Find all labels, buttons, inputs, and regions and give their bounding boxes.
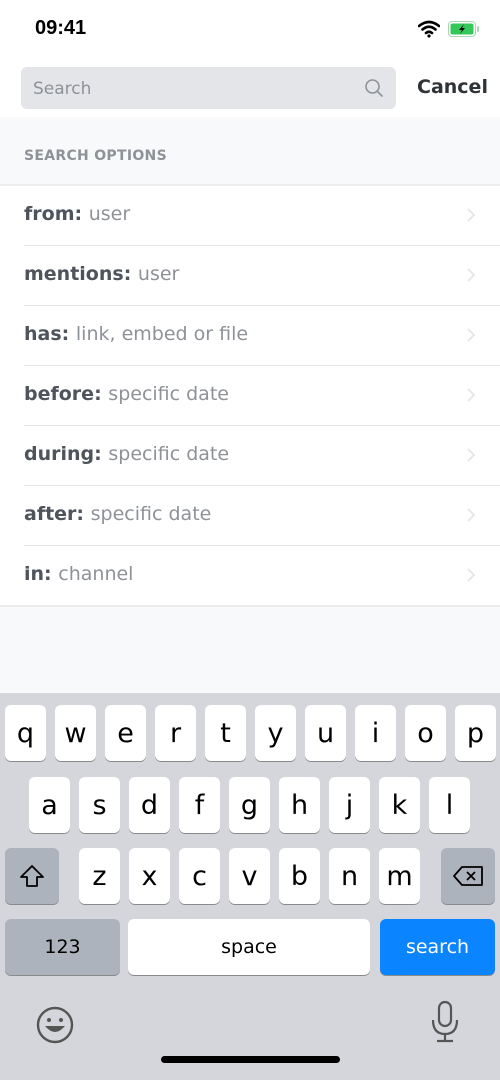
option-label: from: user <box>24 203 130 225</box>
key-g[interactable]: g <box>229 777 270 833</box>
chevron-right-icon <box>467 508 476 522</box>
status-bar: 09:41 <box>0 0 500 60</box>
key-a[interactable]: a <box>29 777 70 833</box>
search-icon <box>365 79 383 97</box>
emoji-icon[interactable] <box>36 1006 74 1044</box>
search-option-after[interactable]: after: specific date <box>24 486 500 546</box>
delete-key[interactable] <box>441 848 495 904</box>
key-m[interactable]: m <box>379 848 420 904</box>
option-key: has: <box>24 323 70 345</box>
chevron-right-icon <box>467 328 476 342</box>
option-label: has: link, embed or file <box>24 323 248 345</box>
search-option-in[interactable]: in: channel <box>24 546 500 605</box>
search-field[interactable] <box>21 67 396 111</box>
shift-key[interactable] <box>5 848 59 904</box>
key-z[interactable]: z <box>79 848 120 904</box>
chevron-right-icon <box>467 568 476 582</box>
space-key[interactable]: space <box>128 919 370 975</box>
option-value: channel <box>58 563 134 585</box>
key-r[interactable]: r <box>155 705 196 761</box>
key-l[interactable]: l <box>429 777 470 833</box>
search-bar: Cancel <box>0 60 500 117</box>
key-t[interactable]: t <box>205 705 246 761</box>
chevron-right-icon <box>467 388 476 402</box>
search-option-during[interactable]: during: specific date <box>24 426 500 486</box>
key-x[interactable]: x <box>129 848 170 904</box>
key-c[interactable]: c <box>179 848 220 904</box>
shift-icon <box>20 865 44 887</box>
option-value: specific date <box>108 443 230 465</box>
chevron-right-icon <box>467 448 476 462</box>
status-time: 09:41 <box>35 17 87 39</box>
option-label: during: specific date <box>24 443 229 465</box>
key-h[interactable]: h <box>279 777 320 833</box>
key-y[interactable]: y <box>255 705 296 761</box>
search-key[interactable]: search <box>380 919 495 975</box>
search-input[interactable] <box>31 67 355 111</box>
wifi-icon <box>418 20 440 38</box>
battery-charging-icon <box>448 21 479 37</box>
cancel-button[interactable]: Cancel <box>417 76 488 98</box>
key-k[interactable]: k <box>379 777 420 833</box>
option-value: user <box>88 203 131 225</box>
key-j[interactable]: j <box>329 777 370 833</box>
option-key: before: <box>24 383 102 405</box>
option-key: during: <box>24 443 102 465</box>
section-header: SEARCH OPTIONS <box>0 117 500 186</box>
search-option-has[interactable]: has: link, embed or file <box>24 306 500 366</box>
microphone-icon[interactable] <box>430 1000 460 1044</box>
key-s[interactable]: s <box>79 777 120 833</box>
chevron-right-icon <box>467 268 476 282</box>
key-f[interactable]: f <box>179 777 220 833</box>
keyboard: q w e r t y u i o p a s d f g h j k l z x c v b n m 123 space search <box>0 693 500 1080</box>
key-o[interactable]: o <box>405 705 446 761</box>
key-q[interactable]: q <box>5 705 46 761</box>
section-header-label: SEARCH OPTIONS <box>24 148 167 164</box>
option-value: specific date <box>108 383 229 405</box>
key-v[interactable]: v <box>229 848 270 904</box>
key-n[interactable]: n <box>329 848 370 904</box>
option-value: specific date <box>90 503 212 525</box>
key-i[interactable]: i <box>355 705 396 761</box>
option-key: mentions: <box>24 263 132 285</box>
chevron-right-icon <box>467 208 476 222</box>
home-indicator <box>161 1056 340 1063</box>
key-d[interactable]: d <box>129 777 170 833</box>
backspace-icon <box>453 866 483 886</box>
key-p[interactable]: p <box>455 705 496 761</box>
option-label: mentions: user <box>24 263 179 285</box>
key-e[interactable]: e <box>105 705 146 761</box>
search-option-mentions[interactable]: mentions: user <box>24 246 500 306</box>
key-b[interactable]: b <box>279 848 320 904</box>
search-option-before[interactable]: before: specific date <box>24 366 500 426</box>
key-u[interactable]: u <box>305 705 346 761</box>
option-key: in: <box>24 563 52 585</box>
option-value: user <box>137 263 180 285</box>
option-key: from: <box>24 203 83 225</box>
option-value: link, embed or file <box>75 323 249 345</box>
key-w[interactable]: w <box>55 705 96 761</box>
option-label: after: specific date <box>24 503 211 525</box>
option-label: in: channel <box>24 563 133 585</box>
numbers-key[interactable]: 123 <box>5 919 120 975</box>
option-label: before: specific date <box>24 383 229 405</box>
option-key: after: <box>24 503 85 525</box>
search-options-list: from: user mentions: user has: link, embed… <box>0 186 500 607</box>
search-option-from[interactable]: from: user <box>24 186 500 246</box>
